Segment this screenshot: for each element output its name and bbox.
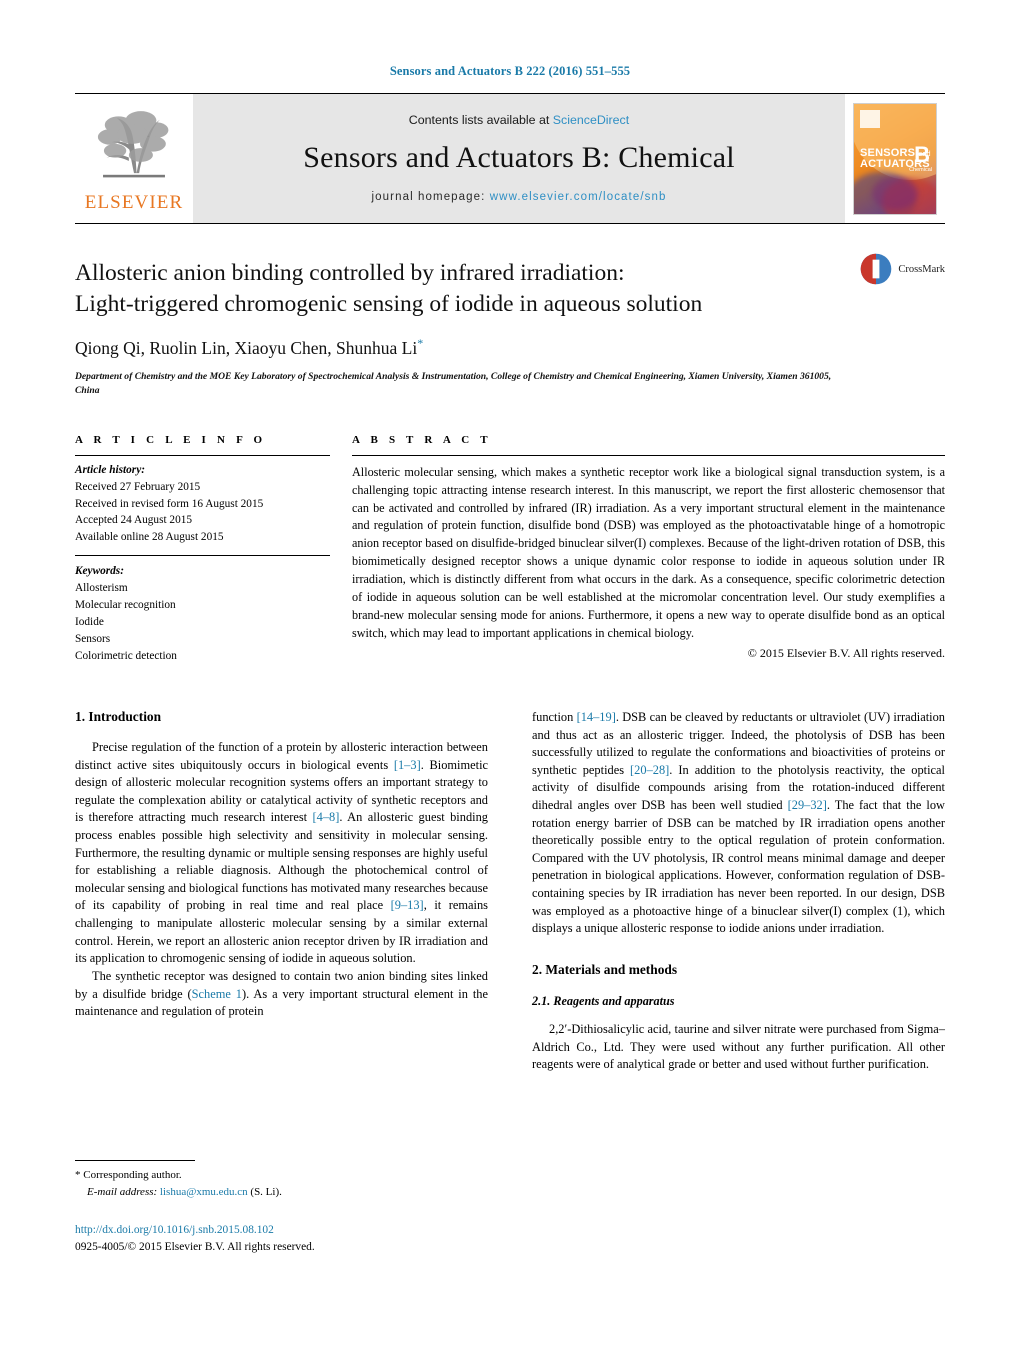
masthead-center: Contents lists available at ScienceDirec… — [193, 94, 845, 223]
abstract-copyright: © 2015 Elsevier B.V. All rights reserved… — [747, 646, 945, 661]
heading-introduction: 1. Introduction — [75, 708, 162, 724]
history-item: Available online 28 August 2015 — [75, 531, 224, 544]
footnote-star: * — [75, 1169, 81, 1181]
article-history-label: Article history: — [75, 463, 145, 476]
abstract-text: Allosteric molecular sensing, which make… — [352, 464, 945, 641]
history-item: Received in revised form 16 August 2015 — [75, 497, 264, 510]
body-column-right: function [14–19]. DSB can be cleaved by … — [532, 709, 945, 1074]
heading-reagents-and-apparatus: 2.1. Reagents and apparatus — [532, 993, 675, 1008]
cover-elsevier-mark — [860, 109, 880, 128]
crossmark-icon — [859, 252, 893, 286]
author-list: Qiong Qi, Ruolin Lin, Xiaoyu Chen, Shunh… — [75, 336, 945, 359]
reagents-paragraph: 2,2′-Dithiosalicylic acid, taurine and s… — [532, 1021, 945, 1072]
issn-copyright-line: 0925-4005/© 2015 Elsevier B.V. All right… — [75, 1241, 315, 1254]
info-abstract-section: A R T I C L E I N F O Article history: R… — [75, 434, 945, 665]
contents-available-line: Contents lists available at ScienceDirec… — [409, 113, 629, 127]
title-line-1: Allosteric anion binding controlled by i… — [75, 260, 625, 286]
email-label: E-mail address: — [87, 1185, 158, 1198]
citation-ref-14-19[interactable]: [14–19] — [577, 710, 616, 724]
heading-materials-and-methods: 2. Materials and methods — [532, 961, 678, 977]
keywords-label: Keywords: — [75, 565, 124, 578]
footnote-block: * Corresponding author. E-mail address: … — [75, 1160, 505, 1200]
history-item: Accepted 24 August 2015 — [75, 514, 193, 527]
article-info-heading: A R T I C L E I N F O — [75, 433, 267, 446]
crossmark-label: CrossMark — [898, 264, 945, 275]
elsevier-tree-icon — [91, 106, 177, 192]
cover-blob-purple — [872, 175, 918, 210]
citation-ref-29-32[interactable]: [29–32] — [788, 798, 827, 812]
footnote-rule — [75, 1160, 195, 1161]
article-info-column: A R T I C L E I N F O Article history: R… — [75, 434, 330, 665]
keyword-item: Colorimetric detection — [75, 650, 177, 663]
running-head: Sensors and Actuators B 222 (2016) 551–5… — [389, 64, 631, 78]
journal-homepage-link[interactable]: www.elsevier.com/locate/snb — [490, 191, 667, 203]
body-columns: 1. Introduction Precise regulation of th… — [75, 709, 945, 1074]
keyword-item: Molecular recognition — [75, 599, 176, 612]
scheme-1-link[interactable]: Scheme 1 — [192, 987, 242, 1001]
cover-volume-subtitle: Chemical — [909, 166, 932, 173]
citation-ref-1-3[interactable]: [1–3] — [394, 758, 421, 772]
corresponding-author-label: Corresponding author. — [83, 1169, 182, 1181]
cover-volume-letter: B — [914, 141, 930, 167]
email-link[interactable]: lishua@xmu.edu.cn — [160, 1186, 248, 1198]
body-column-left: 1. Introduction Precise regulation of th… — [75, 709, 488, 1074]
authors-names: Qiong Qi, Ruolin Lin, Xiaoyu Chen, Shunh… — [75, 337, 418, 358]
title-line-2: Light-triggered chromogenic sensing of i… — [75, 291, 703, 318]
keyword-item: Allosterism — [75, 582, 128, 595]
masthead-right: SENSORS and ACTUATORS B Chemical — [845, 94, 945, 223]
intro-paragraph-2: The synthetic receptor was designed to c… — [75, 968, 488, 1021]
email-note: E-mail address: lishua@xmu.edu.cn (S. Li… — [75, 1184, 505, 1201]
article-history-block: Article history: Received 27 February 20… — [75, 456, 330, 556]
cover-line1: SENSORS — [860, 146, 916, 159]
title-block: CrossMark Allosteric anion binding contr… — [75, 253, 945, 398]
journal-homepage-line: journal homepage: www.elsevier.com/locat… — [372, 191, 667, 203]
sciencedirect-link[interactable]: ScienceDirect — [553, 113, 629, 127]
corresponding-author-marker: * — [417, 336, 424, 351]
abstract-heading: A B S T R A C T — [352, 433, 492, 446]
history-item: Received 27 February 2015 — [75, 480, 201, 493]
article-page: Sensors and Actuators B 222 (2016) 551–5… — [0, 0, 1020, 1351]
journal-cover-thumbnail: SENSORS and ACTUATORS B Chemical — [853, 102, 937, 215]
affiliation: Department of Chemistry and the MOE Key … — [75, 370, 832, 396]
doi-link[interactable]: http://dx.doi.org/10.1016/j.snb.2015.08.… — [75, 1222, 315, 1239]
corresponding-author-note: * Corresponding author. — [75, 1167, 505, 1184]
intro-p3-text-d: . The fact that the low rotation energy … — [532, 798, 946, 936]
keywords-block: Keywords: Allosterism Molecular recognit… — [75, 556, 330, 665]
keyword-item: Iodide — [75, 616, 104, 629]
abstract-column: A B S T R A C T Allosteric molecular sen… — [352, 434, 945, 665]
page-title: Allosteric anion binding controlled by i… — [75, 258, 815, 320]
intro-paragraph-1: Precise regulation of the function of a … — [75, 739, 488, 968]
elsevier-wordmark: ELSEVIER — [84, 191, 184, 213]
citation-ref-4-8[interactable]: [4–8] — [313, 810, 340, 824]
elsevier-logo: ELSEVIER — [75, 94, 193, 223]
keyword-item: Sensors — [75, 633, 111, 646]
citation-ref-20-28[interactable]: [20–28] — [630, 763, 669, 777]
intro-p3-text-a: function — [532, 709, 577, 724]
crossmark-badge[interactable]: CrossMark — [861, 252, 945, 286]
journal-title: Sensors and Actuators B: Chemical — [303, 140, 735, 174]
journal-masthead: ELSEVIER Contents lists available at Sci… — [75, 93, 945, 224]
contents-prefix: Contents lists available at — [408, 112, 553, 127]
intro-paragraph-3: function [14–19]. DSB can be cleaved by … — [532, 709, 945, 938]
citation-ref-9-13[interactable]: [9–13] — [391, 898, 424, 912]
doi-footer: http://dx.doi.org/10.1016/j.snb.2015.08.… — [75, 1222, 315, 1256]
email-suffix: (S. Li). — [250, 1185, 282, 1198]
homepage-prefix: journal homepage: — [371, 190, 490, 203]
